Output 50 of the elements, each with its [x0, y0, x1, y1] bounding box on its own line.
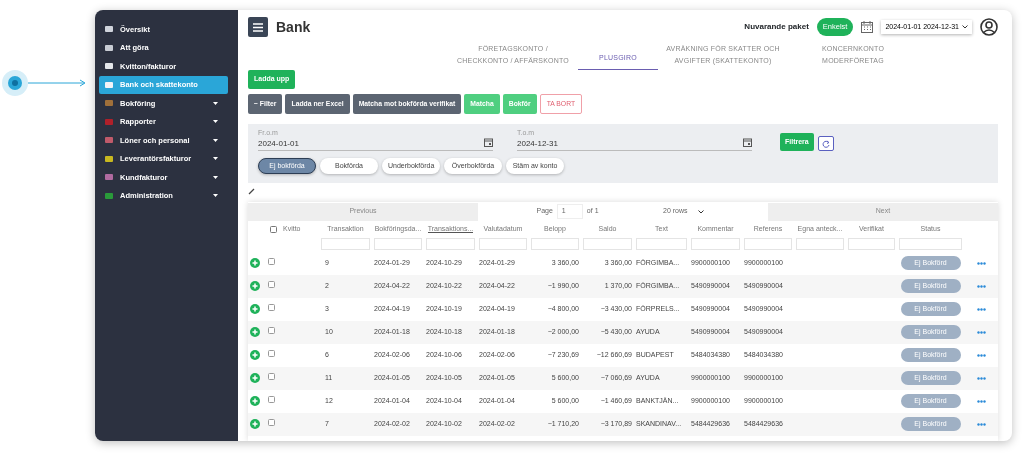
checkbox[interactable] [268, 350, 275, 358]
checkbox[interactable] [268, 396, 275, 404]
add-icon[interactable] [250, 419, 260, 430]
filter-field[interactable] [531, 238, 579, 251]
refresh-icon [821, 139, 830, 148]
filter-field[interactable] [848, 238, 895, 251]
package-label: Nuvarande paket [744, 21, 809, 33]
add-icon[interactable] [250, 373, 260, 384]
calendar-icon [484, 138, 493, 148]
calendar-icon [861, 21, 874, 33]
more-icon[interactable] [976, 353, 986, 357]
checkbox[interactable] [268, 419, 275, 427]
filter-field[interactable] [321, 238, 370, 251]
menu-icon [253, 22, 263, 32]
filter-field[interactable] [374, 238, 422, 251]
calendar-icon [743, 138, 752, 148]
pencil-icon[interactable] [248, 188, 255, 196]
more-icon[interactable] [976, 307, 986, 311]
checkbox[interactable] [268, 327, 275, 335]
add-icon[interactable] [250, 327, 260, 338]
more-icon[interactable] [976, 330, 986, 334]
add-icon[interactable] [250, 281, 260, 292]
filter-field[interactable] [691, 238, 740, 251]
filter-field[interactable] [583, 238, 632, 251]
checkbox[interactable] [268, 258, 275, 266]
more-icon[interactable] [976, 399, 986, 403]
filter-field[interactable] [479, 238, 527, 251]
checkbox[interactable] [268, 304, 275, 312]
add-icon[interactable] [250, 304, 260, 315]
more-icon[interactable] [976, 284, 986, 288]
filter-field[interactable] [426, 238, 475, 251]
checkbox[interactable] [270, 225, 277, 233]
more-icon[interactable] [976, 422, 986, 426]
filter-field[interactable] [899, 238, 962, 251]
more-icon[interactable] [976, 376, 986, 380]
checkbox[interactable] [268, 373, 275, 381]
add-icon[interactable] [250, 258, 260, 269]
filter-field[interactable] [744, 238, 792, 251]
filter-field[interactable] [636, 238, 687, 251]
add-icon[interactable] [250, 350, 260, 361]
more-icon[interactable] [976, 261, 986, 265]
checkbox[interactable] [268, 281, 275, 289]
chevron-icon [697, 209, 704, 214]
filter-field[interactable] [796, 238, 844, 251]
menu-button[interactable] [248, 17, 268, 37]
user-avatar-icon[interactable] [980, 18, 998, 36]
chevron-icon [962, 25, 968, 29]
page-title: Bank [276, 17, 311, 37]
add-icon[interactable] [250, 396, 260, 407]
refresh-button[interactable] [817, 136, 834, 152]
